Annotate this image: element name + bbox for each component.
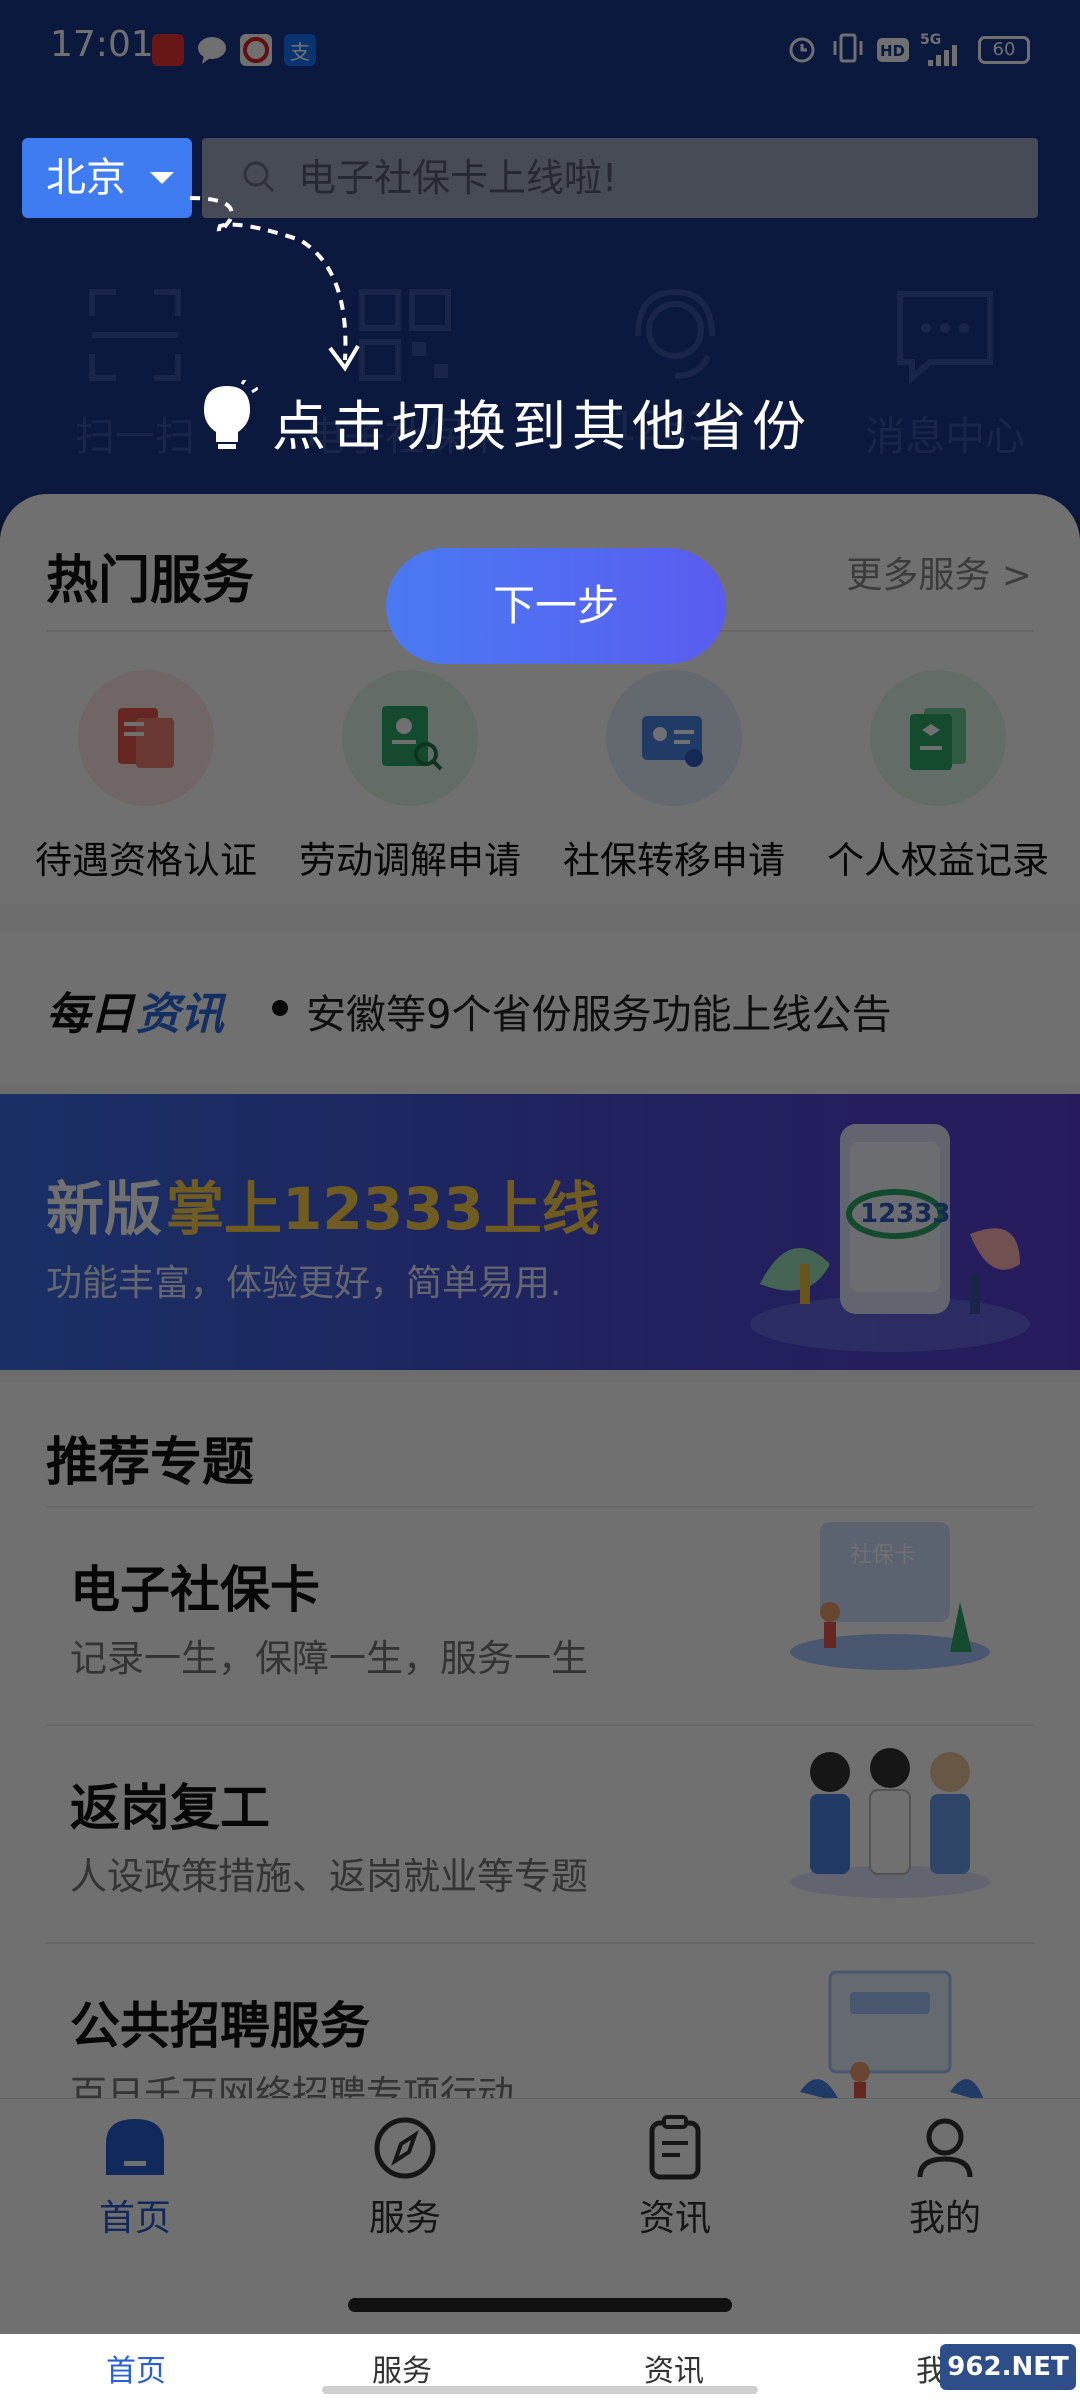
service-rights-record[interactable]: 个人权益记录 — [806, 670, 1070, 884]
vibrate-icon — [830, 32, 866, 72]
record-book-icon — [910, 708, 966, 770]
svg-text:支: 支 — [290, 40, 310, 64]
banner-title-highlight: 掌上12333上线 — [166, 1175, 600, 1243]
battery-indicator: 60 — [978, 36, 1030, 64]
service-social-transfer[interactable]: 社保转移申请 — [542, 670, 806, 884]
watermark-tab-label: 服务 — [372, 2354, 432, 2389]
signal-5g-icon: 5G — [920, 30, 970, 78]
topic-subtitle: 记录一生，保障一生，服务一生 — [70, 1637, 588, 1680]
social-card-illustration-icon: 社保卡 — [790, 1522, 990, 1670]
coach-city-selector[interactable]: 北京 — [22, 138, 192, 218]
nav-label: 服务 — [368, 2198, 441, 2239]
status-bar: 17:01 支 HD 5G 60 — [0, 0, 1080, 100]
hd-icon: HD — [876, 36, 910, 71]
lightbulb-icon — [204, 380, 258, 449]
quick-action-messages[interactable]: 消息中心 — [810, 280, 1080, 480]
topic-subtitle: 百日千万网络招聘专项行动 — [70, 2073, 514, 2098]
section-title: 热门服务 — [46, 551, 255, 611]
service-icon-bg — [870, 670, 1006, 806]
nav-label: 资讯 — [638, 2198, 711, 2239]
next-step-button[interactable]: 下一步 — [386, 548, 726, 664]
news-logo-part1: 每日 — [46, 989, 134, 1040]
status-time: 17:01 — [50, 24, 154, 65]
workers-illustration-icon — [790, 1748, 990, 1898]
app-notification-icon — [152, 34, 184, 66]
headset-icon — [635, 288, 715, 379]
svg-text:12333: 12333 — [860, 1199, 950, 1229]
home-indicator — [348, 2298, 732, 2312]
topic-subtitle: 人设政策措施、返岗就业等专题 — [70, 1855, 588, 1898]
service-qualification-cert[interactable]: 待遇资格认证 — [14, 670, 278, 884]
service-icon-bg — [606, 670, 742, 806]
nav-label: 首页 — [98, 2198, 171, 2239]
bullet-dot — [272, 1000, 288, 1016]
compass-icon — [374, 2117, 436, 2179]
alarm-icon — [786, 32, 818, 72]
watermark-tab-label: 首页 — [106, 2354, 166, 2389]
nav-profile[interactable]: 我的 — [810, 2113, 1080, 2241]
profile-search-icon — [382, 706, 443, 771]
daily-news-bar[interactable]: 每日 资讯 安徽等9个省份服务功能上线公告 — [0, 932, 1080, 1084]
nav-services[interactable]: 服务 — [270, 2113, 540, 2241]
watermark-logo: 962.NET — [940, 2344, 1076, 2390]
recruitment-illustration-icon — [800, 1970, 984, 2098]
coach-hint-text: 点击切换到其他省份 — [272, 395, 812, 458]
news-logo-part2: 资讯 — [136, 989, 224, 1040]
nav-home[interactable]: 首页 — [0, 2113, 270, 2241]
service-labor-mediation[interactable]: 劳动调解申请 — [278, 670, 542, 884]
alipay-notification-icon: 支 — [284, 34, 316, 66]
news-headline[interactable]: 安徽等9个省份服务功能上线公告 — [306, 982, 891, 1040]
topic-title: 返岗复工 — [70, 1779, 270, 1837]
id-card-icon — [642, 716, 703, 767]
service-label: 个人权益记录 — [827, 839, 1049, 882]
watermark-bar — [322, 2386, 758, 2394]
svg-text:5G: 5G — [920, 32, 941, 48]
nav-news[interactable]: 资讯 — [540, 2113, 810, 2241]
more-services-link[interactable]: 更多服务 > — [846, 546, 1032, 598]
svg-text:社保卡: 社保卡 — [850, 1543, 916, 1568]
watermark-tab-label: 资讯 — [644, 2354, 704, 2389]
phone-illustration-icon: 12333 — [750, 1124, 1030, 1352]
topic-title: 电子社保卡 — [70, 1561, 320, 1619]
banner-subtitle: 功能丰富，体验更好，简单易用. — [46, 1263, 562, 1304]
section-title: 推荐专题 — [46, 1433, 255, 1493]
clipboard-icon — [649, 2115, 701, 2180]
recommended-topics-section: 推荐专题 电子社保卡 记录一生，保障一生，服务一生 社保卡 返岗复工 人设政策措… — [0, 1382, 1080, 2098]
home-icon — [106, 2119, 164, 2175]
topic-title: 公共招聘服务 — [70, 1997, 370, 2055]
nav-label: 我的 — [908, 2198, 981, 2239]
dashed-arrow-icon — [189, 196, 360, 372]
service-label: 社保转移申请 — [563, 839, 785, 882]
service-label: 劳动调解申请 — [299, 839, 521, 882]
document-icon — [118, 708, 174, 768]
service-label: 待遇资格认证 — [35, 839, 257, 882]
search-icon — [243, 161, 275, 193]
service-icon-bg — [342, 670, 478, 806]
main-content: 热门服务 更多服务 > 待遇资格认证 劳动调解申请 社保转移申请 个人权益记录 — [0, 494, 1080, 2098]
message-icon — [897, 291, 993, 385]
banner-title-prefix: 新版 — [46, 1175, 163, 1243]
user-icon — [917, 2118, 973, 2178]
service-icon-bg — [78, 670, 214, 806]
bank-notification-icon — [240, 34, 272, 66]
chat-notification-icon — [196, 34, 228, 66]
quick-action-label: 消息中心 — [865, 414, 1025, 460]
coach-city-label: 北京 — [46, 155, 126, 201]
promo-banner[interactable]: 新版 掌上12333上线 功能丰富，体验更好，简单易用. 12333 — [0, 1094, 1080, 1370]
scan-icon — [89, 289, 181, 381]
caret-down-icon — [150, 172, 174, 184]
svg-text:HD: HD — [880, 42, 905, 60]
